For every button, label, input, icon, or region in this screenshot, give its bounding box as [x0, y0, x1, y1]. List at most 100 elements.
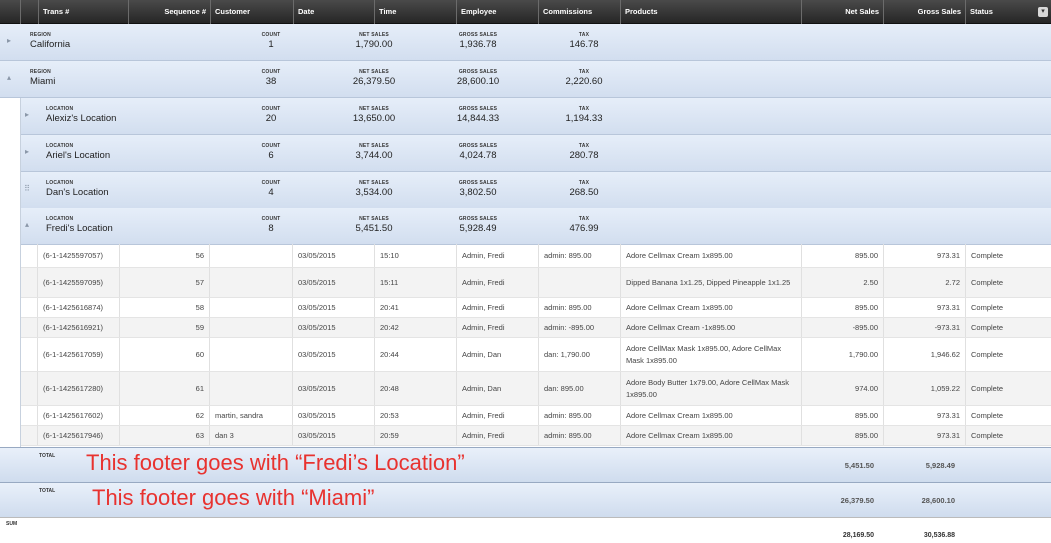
cell-time: 20:42 [374, 318, 456, 337]
cell-trans: (6-1-1425597057) [37, 244, 119, 267]
count-label: COUNT [261, 32, 281, 38]
group-row-miami[interactable]: ▴ REGION Miami COUNT 38 NET SALES 26,379… [0, 61, 1051, 98]
seq-text: 59 [195, 322, 204, 332]
tax-value: 476.99 [569, 223, 599, 234]
customer-text: dan 3 [215, 430, 234, 440]
table-row[interactable]: (6-1-1425616874) 58 03/05/2015 20:41 Admin, … [21, 298, 1051, 318]
group-tax: TAX 280.78 [569, 143, 598, 162]
status-text: Complete [971, 383, 1004, 393]
header-date[interactable]: Date [293, 0, 374, 24]
net-sales-value: 1,790.00 [355, 39, 393, 50]
sum-gross-sales: 30,536.88 [923, 532, 955, 539]
employee-text: Admin, Fredi [462, 277, 505, 287]
header-time[interactable]: Time [374, 0, 456, 24]
table-row[interactable]: (6-1-1425617059) 60 03/05/2015 20:44 Admin, … [21, 338, 1051, 372]
trans-text: (6-1-1425597057) [43, 250, 104, 260]
cell-employee: Admin, Dan [456, 338, 538, 371]
group-net-sales: NET SALES 13,650.00 [353, 106, 395, 125]
cell-customer [209, 318, 292, 337]
group-name: REGION Miami [30, 69, 55, 88]
status-text: Complete [971, 277, 1004, 287]
cell-employee: Admin, Fredi [456, 318, 538, 337]
header-customer[interactable]: Customer [210, 0, 293, 24]
date-text: 03/05/2015 [298, 430, 336, 440]
cell-status: Complete [965, 268, 1051, 297]
cell-customer [209, 244, 292, 267]
group-count: COUNT 38 [262, 69, 281, 88]
collapse-chevron-icon[interactable]: ▴ [22, 220, 32, 230]
group-count: COUNT 4 [262, 180, 281, 199]
group-name: LOCATION Alexiz's Location [46, 106, 116, 125]
header-sequence[interactable]: Sequence # [128, 0, 210, 24]
gross-text: 973.31 [937, 430, 960, 440]
table-row[interactable]: (6-1-1425616921) 59 03/05/2015 20:42 Admin, … [21, 318, 1051, 338]
header-commissions[interactable]: Commissions [538, 0, 620, 24]
net-sales-label: NET SALES [359, 106, 389, 112]
collapse-chevron-icon[interactable]: ▴ [4, 73, 14, 83]
products-text: Adore Cellmax Cream -1x895.00 [626, 322, 736, 332]
expand-chevron-icon[interactable]: ▸ [22, 110, 32, 120]
table-row[interactable]: (6-1-1425617602) 62 martin, sandra 03/05/20… [21, 406, 1051, 426]
cell-date: 03/05/2015 [292, 338, 374, 371]
table-row[interactable]: (6-1-1425617280) 61 03/05/2015 20:48 Admin, … [21, 372, 1051, 406]
cell-date: 03/05/2015 [292, 372, 374, 405]
gross-sales-value: 3,802.50 [459, 187, 497, 198]
group-label: LOCATION [46, 216, 74, 222]
trans-text: (6-1-1425617059) [43, 349, 104, 359]
group-gross-sales: GROSS SALES 3,802.50 [459, 180, 497, 199]
header-gross-sales[interactable]: Gross Sales [883, 0, 965, 24]
cell-commissions: admin: 895.00 [538, 244, 620, 267]
group-value: Alexiz's Location [46, 113, 117, 124]
seq-text: 58 [195, 302, 204, 312]
cell-net: 974.00 [801, 372, 883, 405]
group-row-dan[interactable]: ⠿ LOCATION Dan's Location COUNT 4 NET SA… [21, 172, 1051, 209]
commissions-text: dan: 895.00 [544, 383, 584, 393]
header-status[interactable]: Status [965, 0, 1035, 24]
net-text: 895.00 [855, 250, 878, 260]
group-count: COUNT 6 [262, 143, 281, 162]
cell-gross: 973.31 [883, 406, 965, 425]
cell-employee: Admin, Fredi [456, 244, 538, 267]
products-text: Adore Body Butter 1x79.00, Adore CellMax… [626, 377, 790, 399]
table-row[interactable]: (6-1-1425597095) 57 03/05/2015 15:11 Admin, … [21, 268, 1051, 298]
cell-gross: 973.31 [883, 244, 965, 267]
header-net-sales[interactable]: Net Sales [801, 0, 883, 24]
date-text: 03/05/2015 [298, 383, 336, 393]
column-menu-icon[interactable]: ▾ [1038, 7, 1048, 17]
net-sales-label: NET SALES [359, 180, 389, 186]
cell-status: Complete [965, 318, 1051, 337]
group-gross-sales: GROSS SALES 4,024.78 [459, 143, 497, 162]
footer-total-label: TOTAL [39, 453, 56, 459]
products-text: Adore CellMax Mask 1x895.00, Adore CellM… [626, 343, 782, 365]
count-label: COUNT [261, 106, 281, 112]
table-row[interactable]: (6-1-1425617946) 63 dan 3 03/05/2015 20:59 Ad… [21, 426, 1051, 446]
header-employee[interactable]: Employee [456, 0, 538, 24]
group-row-california[interactable]: ▸ REGION California COUNT 1 NET SALES 1,… [0, 24, 1051, 61]
time-text: 15:11 [380, 277, 399, 287]
table-row[interactable]: (6-1-1425597057) 56 03/05/2015 15:10 Admin, … [21, 244, 1051, 268]
trans-text: (6-1-1425617280) [43, 383, 104, 393]
footer-annotation: This footer goes with “Miami” [92, 485, 375, 510]
cell-customer [209, 298, 292, 317]
time-text: 20:59 [380, 430, 399, 440]
expand-chevron-icon[interactable]: ▸ [4, 36, 14, 46]
tax-value: 280.78 [569, 150, 599, 161]
group-value: Fredi's Location [46, 223, 113, 234]
seq-text: 63 [195, 430, 204, 440]
group-row-ariel[interactable]: ▸ LOCATION Ariel's Location COUNT 6 NET … [21, 135, 1051, 172]
employee-text: Admin, Fredi [462, 250, 505, 260]
commissions-text: admin: 895.00 [544, 250, 592, 260]
header-products[interactable]: Products [620, 0, 801, 24]
expand-chevron-icon[interactable]: ▸ [22, 147, 32, 157]
cell-products: Adore Cellmax Cream 1x895.00 [620, 406, 801, 425]
footer-miami: TOTAL This footer goes with “Miami” 26,3… [0, 482, 1051, 518]
status-text: Complete [971, 410, 1004, 420]
cell-seq: 57 [119, 268, 209, 297]
loading-spinner-icon: ⠿ [24, 184, 30, 193]
cell-net: 895.00 [801, 244, 883, 267]
group-row-alexiz[interactable]: ▸ LOCATION Alexiz's Location COUNT 20 NE… [21, 98, 1051, 135]
group-row-fredi[interactable]: ▴ LOCATION Fredi's Location COUNT 8 NET … [21, 208, 1051, 245]
header-trans[interactable]: Trans # [38, 0, 128, 24]
commissions-text: admin: 895.00 [544, 410, 592, 420]
gross-sales-label: GROSS SALES [458, 143, 498, 149]
